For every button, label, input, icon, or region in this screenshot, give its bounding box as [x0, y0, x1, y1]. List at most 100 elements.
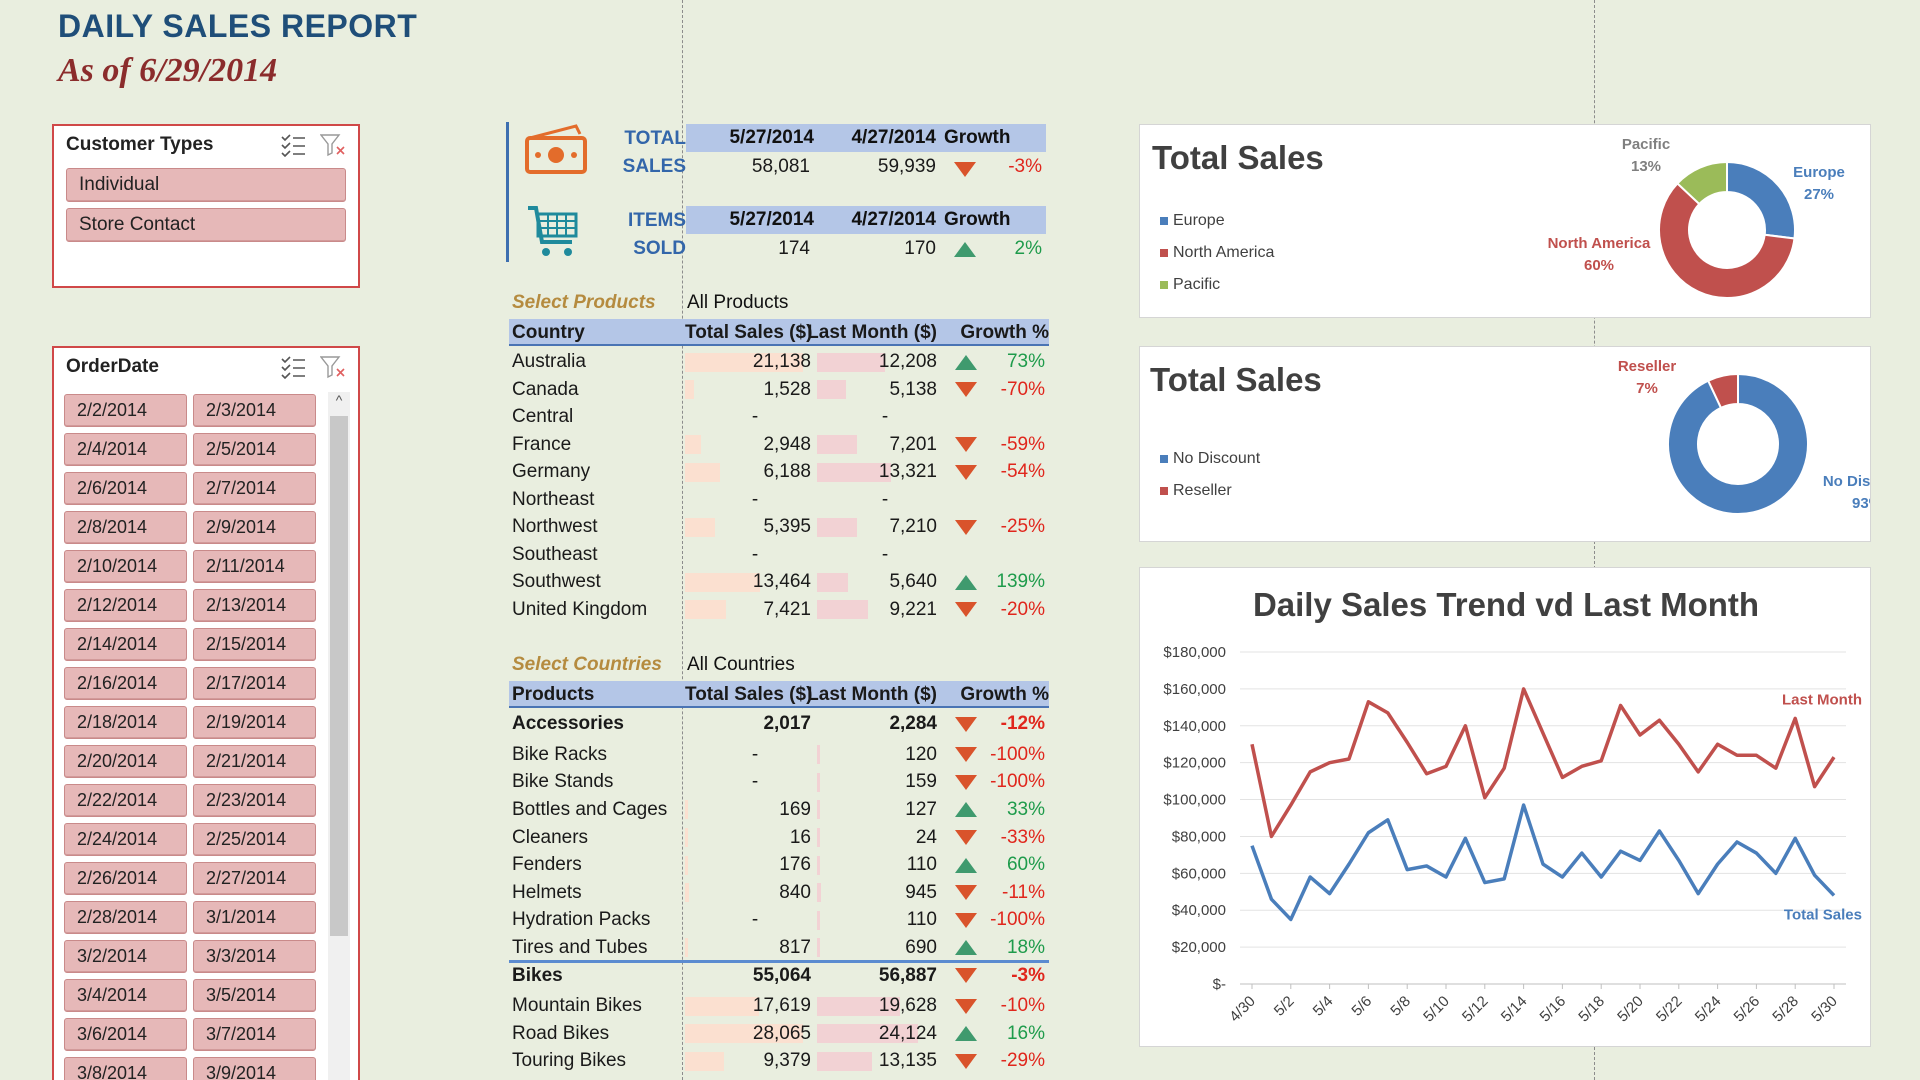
date-item[interactable]: 2/11/2014: [193, 550, 316, 583]
scrollbar-thumb[interactable]: [330, 416, 348, 936]
date-item[interactable]: 2/28/2014: [64, 901, 187, 934]
date-item[interactable]: 2/10/2014: [64, 550, 187, 583]
growth-value: -33%: [1000, 826, 1045, 848]
clear-filter-icon[interactable]: [320, 355, 346, 379]
table-row[interactable]: Mountain Bikes 17,619 19,628 -10%: [509, 993, 1049, 1020]
select-products-value[interactable]: All Products: [687, 292, 788, 314]
total-sales-value: 6,188: [763, 461, 811, 482]
scroll-up-icon[interactable]: ^: [328, 392, 350, 414]
column-header[interactable]: Growth %: [941, 681, 1049, 708]
date-item[interactable]: 3/8/2014: [64, 1057, 187, 1080]
group-row[interactable]: Accessories 2,017 2,284 -12%: [509, 711, 1049, 738]
date-item[interactable]: 2/19/2014: [193, 706, 316, 739]
legend-item[interactable]: North America: [1160, 237, 1274, 269]
table-row[interactable]: France 2,948 7,201 -59%: [509, 431, 1049, 458]
date-item[interactable]: 2/4/2014: [64, 433, 187, 466]
scrollbar[interactable]: ^: [328, 392, 350, 1080]
date-item[interactable]: 2/12/2014: [64, 589, 187, 622]
table-row[interactable]: Tires and Tubes 817 690 18%: [509, 934, 1049, 961]
table-row[interactable]: Bike Stands - 159 -100%: [509, 769, 1049, 796]
table-row[interactable]: Bike Racks - 120 -100%: [509, 741, 1049, 768]
date-item[interactable]: 2/9/2014: [193, 511, 316, 544]
date-item[interactable]: 3/1/2014: [193, 901, 316, 934]
table-row[interactable]: Northeast - -: [509, 486, 1049, 513]
column-header[interactable]: Last Month ($): [807, 681, 937, 708]
date-item[interactable]: 2/23/2014: [193, 784, 316, 817]
date-item[interactable]: 3/2/2014: [64, 940, 187, 973]
table-row[interactable]: Northwest 5,395 7,210 -25%: [509, 514, 1049, 541]
date-item[interactable]: 2/14/2014: [64, 628, 187, 661]
date-item[interactable]: 2/18/2014: [64, 706, 187, 739]
column-header[interactable]: Last Month ($): [807, 319, 937, 346]
date-item[interactable]: 2/8/2014: [64, 511, 187, 544]
date-item[interactable]: 2/25/2014: [193, 823, 316, 856]
multi-select-icon[interactable]: [280, 133, 306, 157]
date-item[interactable]: 2/17/2014: [193, 667, 316, 700]
date-item[interactable]: 2/24/2014: [64, 823, 187, 856]
date-item[interactable]: 2/26/2014: [64, 862, 187, 895]
table-row[interactable]: Touring Bikes 9,379 13,135 -29%: [509, 1048, 1049, 1075]
column-header[interactable]: Total Sales ($): [685, 319, 815, 346]
date-item[interactable]: 3/4/2014: [64, 979, 187, 1012]
row-name: Canada: [512, 378, 579, 400]
table-row[interactable]: Cleaners 16 24 -33%: [509, 824, 1049, 851]
clear-filter-icon[interactable]: [320, 133, 346, 157]
date-item[interactable]: 2/5/2014: [193, 433, 316, 466]
column-header[interactable]: Total Sales ($): [685, 681, 815, 708]
growth-value: -100%: [990, 771, 1045, 793]
date-item[interactable]: 2/27/2014: [193, 862, 316, 895]
table-row[interactable]: United Kingdom 7,421 9,221 -20%: [509, 596, 1049, 623]
column-header[interactable]: Country: [512, 319, 682, 346]
table-row[interactable]: Canada 1,528 5,138 -70%: [509, 376, 1049, 403]
table-row[interactable]: Central - -: [509, 404, 1049, 431]
table-row[interactable]: Southwest 13,464 5,640 139%: [509, 569, 1049, 596]
legend-item[interactable]: Reseller: [1160, 475, 1260, 507]
date-item[interactable]: 3/6/2014: [64, 1018, 187, 1051]
table-row[interactable]: Road Bikes 28,065 24,124 16%: [509, 1020, 1049, 1047]
x-tick-label: 5/22: [1653, 993, 1686, 1026]
table-row[interactable]: Fenders 176 110 60%: [509, 852, 1049, 879]
column-header[interactable]: Products: [512, 681, 682, 708]
date-item[interactable]: 3/9/2014: [193, 1057, 316, 1080]
date-item[interactable]: 2/21/2014: [193, 745, 316, 778]
date-item[interactable]: 2/7/2014: [193, 472, 316, 505]
select-countries-value[interactable]: All Countries: [687, 654, 795, 676]
discount-sales-chart[interactable]: Total Sales No Discount Reseller No Disco…: [1139, 346, 1871, 542]
date-item[interactable]: 2/15/2014: [193, 628, 316, 661]
table-row[interactable]: Southeast - -: [509, 541, 1049, 568]
date-item[interactable]: 2/20/2014: [64, 745, 187, 778]
date-item[interactable]: 2/16/2014: [64, 667, 187, 700]
legend-item[interactable]: No Discount: [1160, 443, 1260, 475]
x-tick-label: 5/20: [1614, 993, 1647, 1026]
region-sales-chart[interactable]: Total Sales Europe North America Pacific E…: [1139, 124, 1871, 318]
date-item[interactable]: 2/13/2014: [193, 589, 316, 622]
column-header[interactable]: Growth %: [941, 319, 1049, 346]
legend-item[interactable]: Europe: [1160, 205, 1274, 237]
slicer-item[interactable]: Store Contact: [66, 208, 346, 242]
table-row[interactable]: Helmets 840 945 -11%: [509, 879, 1049, 906]
table-row[interactable]: Australia 21,138 12,208 73%: [509, 349, 1049, 376]
customer-types-slicer[interactable]: Customer Types Individual Store Contact: [52, 124, 360, 288]
up-arrow-icon: [955, 802, 977, 818]
multi-select-icon[interactable]: [280, 355, 306, 379]
daily-trend-chart[interactable]: Daily Sales Trend vd Last Month $- $20,00…: [1139, 567, 1871, 1047]
series-line-total-sales[interactable]: [1250, 803, 1836, 922]
table-row[interactable]: Germany 6,188 13,321 -54%: [509, 459, 1049, 486]
date-item[interactable]: 3/3/2014: [193, 940, 316, 973]
slicer-item[interactable]: Individual: [66, 168, 346, 202]
legend-item[interactable]: Pacific: [1160, 269, 1274, 301]
donut-slice-europe[interactable]: [1726, 160, 1796, 240]
date-item[interactable]: 2/3/2014: [193, 394, 316, 427]
row-name: Helmets: [512, 881, 582, 903]
date-item[interactable]: 2/2/2014: [64, 394, 187, 427]
date-item[interactable]: 2/22/2014: [64, 784, 187, 817]
group-row[interactable]: Bikes 55,064 56,887 -3%: [509, 962, 1049, 989]
table-row[interactable]: Hydration Packs - 110 -100%: [509, 907, 1049, 934]
total-sales-value: 2,948: [763, 433, 811, 455]
table-row[interactable]: Bottles and Cages 169 127 33%: [509, 796, 1049, 823]
orderdate-slicer[interactable]: OrderDate 2/2/2014 2/3/2014 2/4/2014 2/5/20…: [52, 346, 360, 1080]
last-month-value: -: [881, 543, 889, 565]
date-item[interactable]: 2/6/2014: [64, 472, 187, 505]
date-item[interactable]: 3/5/2014: [193, 979, 316, 1012]
date-item[interactable]: 3/7/2014: [193, 1018, 316, 1051]
